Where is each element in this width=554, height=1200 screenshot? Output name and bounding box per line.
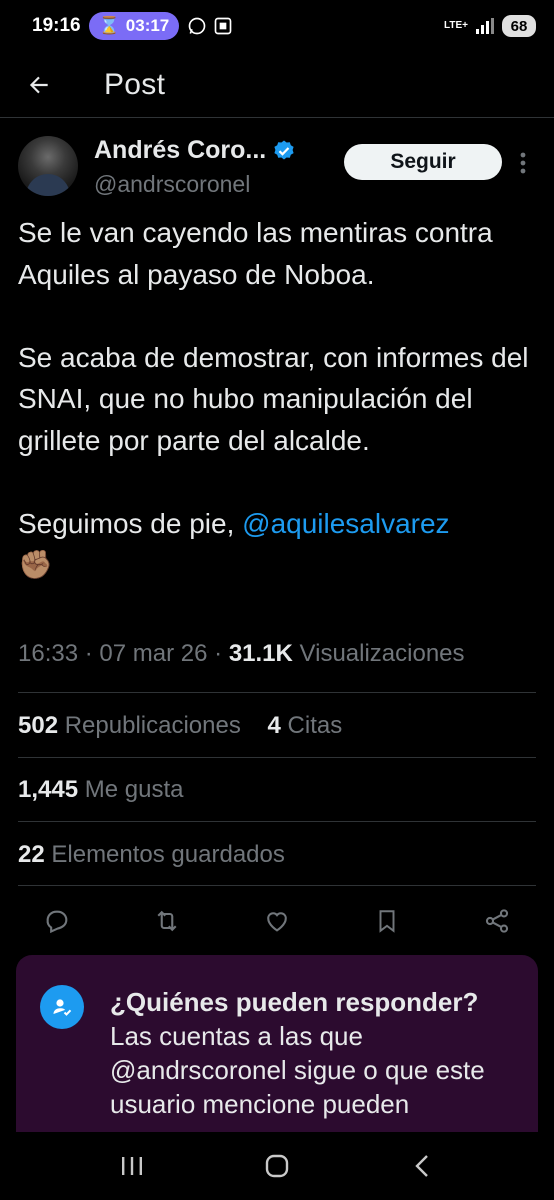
status-bar: 19:16 ⌛ 03:17 LTE+ 68 [0, 0, 554, 52]
bookmarks-label: Elementos guardados [51, 841, 285, 868]
share-button[interactable] [480, 904, 514, 938]
chevron-left-icon [414, 1155, 428, 1177]
mention-link[interactable]: @aquilesalvarez [242, 508, 449, 539]
likes-label: Me gusta [84, 776, 184, 803]
meta-separator: · [84, 640, 93, 667]
home-button[interactable] [257, 1146, 297, 1186]
status-right: LTE+ 68 [444, 15, 536, 37]
like-icon [267, 912, 287, 932]
arrow-left-icon [29, 76, 48, 93]
reply-restriction-badge [40, 985, 84, 1029]
likes-stat[interactable]: 1,445 Me gusta [18, 776, 183, 804]
tweet-text: Se le van cayendo las mentiras contra Aq… [18, 212, 538, 586]
back-button[interactable] [16, 62, 62, 108]
raised-fist-icon: ✊🏽 [18, 549, 53, 580]
bookmark-icon [379, 910, 395, 933]
quotes-stat[interactable]: 4 Citas [268, 712, 343, 739]
divider [18, 757, 536, 758]
more-options-button[interactable] [512, 148, 534, 178]
whatsapp-icon [188, 17, 206, 35]
divider [18, 821, 536, 822]
user-check-icon [53, 999, 72, 1016]
views-label: Visualizaciones [299, 640, 465, 667]
quotes-count: 4 [267, 712, 281, 739]
battery-indicator: 68 [502, 15, 536, 37]
tweet-time[interactable]: 16:33 [18, 640, 78, 667]
reply-restriction-card: ¿Quiénes pueden responder? Las cuentas a… [16, 955, 538, 1155]
bookmarks-count: 22 [18, 841, 45, 868]
status-time: 19:16 [32, 15, 81, 36]
timer-pill: ⌛ 03:17 [88, 12, 180, 40]
system-nav-bar [0, 1132, 554, 1200]
author-handle[interactable]: @andrscoronel [94, 171, 296, 198]
network-label: LTE+ [444, 20, 468, 31]
reposts-label: Republicaciones [64, 712, 241, 739]
meta-separator: · [214, 640, 223, 667]
bookmarks-stat[interactable]: 22 Elementos guardados [18, 841, 285, 869]
recent-apps-icon [122, 1157, 143, 1175]
tweet-paragraph-text: Seguimos de pie, [18, 507, 243, 539]
stats-reposts-quotes: 502 Republicaciones 4 Citas [18, 712, 342, 740]
divider [18, 692, 536, 693]
tweet-paragraph: Se le van cayendo las mentiras contra Aq… [18, 217, 493, 290]
author-display-name[interactable]: Andrés Coro... [94, 136, 266, 165]
notification-icons [187, 16, 233, 36]
avatar[interactable] [18, 136, 78, 196]
page-title: Post [104, 67, 166, 101]
recent-apps-button[interactable] [112, 1146, 152, 1186]
bookmark-button[interactable] [370, 904, 404, 938]
repost-icon [157, 910, 177, 932]
repost-button[interactable] [150, 904, 184, 938]
reply-icon [46, 910, 68, 934]
divider [18, 885, 536, 886]
like-button[interactable] [260, 904, 294, 938]
author-row: Andrés Coro... @andrscoronel Seguir [18, 136, 538, 200]
reposts-stat[interactable]: 502 Republicaciones [18, 712, 241, 739]
timer-value: 03:17 [125, 16, 170, 35]
screenshot-icon [214, 17, 232, 35]
more-vertical-icon [520, 152, 526, 174]
tweet-emoji: ✊🏽 [18, 544, 538, 586]
tweet-date[interactable]: 07 mar 26 [99, 640, 207, 667]
back-nav-button[interactable] [402, 1146, 442, 1186]
reposts-count: 502 [18, 712, 59, 739]
likes-count: 1,445 [18, 776, 79, 803]
tweet-paragraph: Se acaba de demostrar, con informes del … [18, 341, 529, 456]
reply-card-title: ¿Quiénes pueden responder? [110, 987, 479, 1017]
reply-button[interactable] [40, 904, 74, 938]
share-icon [485, 909, 509, 933]
hourglass-icon: ⌛ [98, 16, 120, 35]
author-names: Andrés Coro... @andrscoronel [94, 136, 296, 198]
tweet-meta: 16:33 · 07 mar 26 · 31.1K Visualizacione… [18, 640, 465, 668]
quotes-label: Citas [287, 712, 343, 739]
tweet-paragraph: Seguimos de pie, @aquilesalvarez [18, 503, 538, 545]
views-count: 31.1K [228, 640, 293, 667]
reply-card-body: Las cuentas a las que @andrscoronel sigu… [110, 1021, 485, 1119]
signal-icon [476, 18, 494, 34]
post-header: Post [0, 52, 554, 118]
verified-badge-icon [274, 140, 294, 159]
action-bar [18, 898, 536, 944]
home-icon [265, 1154, 289, 1178]
follow-button[interactable]: Seguir [344, 144, 502, 180]
